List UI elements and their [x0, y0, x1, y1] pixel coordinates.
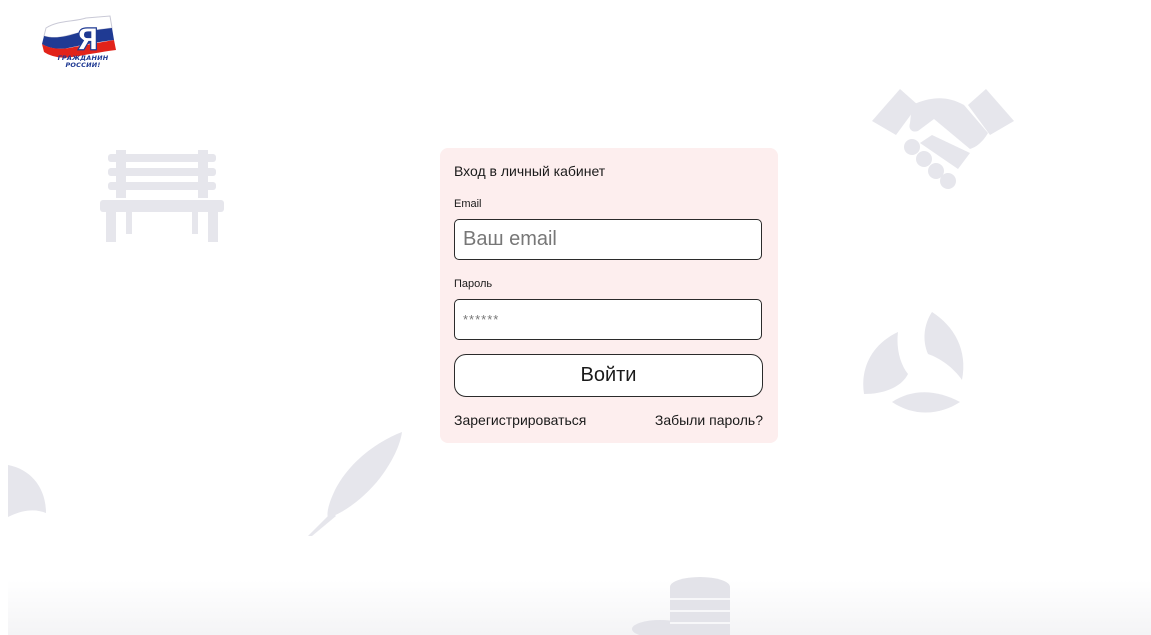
flag-logo-icon: Я	[42, 15, 116, 59]
password-field[interactable]	[454, 299, 762, 340]
footer-band	[8, 580, 1151, 635]
login-button[interactable]: Войти	[454, 354, 763, 397]
handshake-icon	[872, 89, 1014, 189]
login-title: Вход в личный кабинет	[454, 163, 606, 179]
email-field[interactable]	[454, 219, 762, 260]
bench-icon	[100, 150, 224, 242]
feather-icon	[308, 432, 402, 536]
recycle-leaves-icon	[863, 312, 964, 413]
logo-text: ГРАЖДАНИН РОССИИ!	[44, 55, 122, 69]
coins-icon	[632, 577, 730, 635]
register-link[interactable]: Зарегистрироваться	[454, 412, 586, 428]
logo-letter: Я	[76, 23, 99, 58]
login-card: Вход в личный кабинет Email Пароль Войти…	[440, 148, 778, 443]
forgot-password-link[interactable]: Забыли пароль?	[655, 412, 763, 428]
logo[interactable]: Я	[40, 12, 124, 84]
password-label: Пароль	[454, 278, 493, 290]
logo-text-line2: РОССИИ!	[65, 61, 101, 69]
half-circle-icon	[8, 465, 46, 517]
email-label: Email	[454, 198, 482, 210]
